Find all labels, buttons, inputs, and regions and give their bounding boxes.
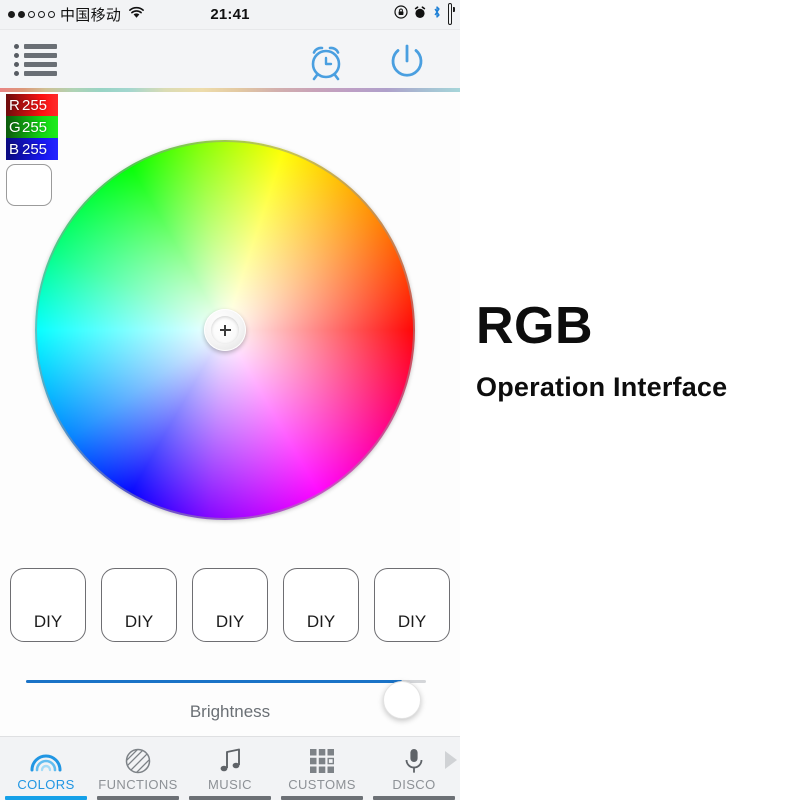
signal-dot-3 xyxy=(28,11,35,18)
rotation-lock-icon xyxy=(394,5,408,24)
crosshair-icon xyxy=(219,324,231,336)
tab-customs[interactable]: CUSTOMS xyxy=(276,737,368,800)
bluetooth-icon xyxy=(432,5,442,24)
signal-dot-4 xyxy=(38,11,45,18)
rgb-channel-value: 255 xyxy=(22,118,48,136)
app-toolbar xyxy=(0,30,460,88)
rgb-channel-label: R xyxy=(9,96,20,114)
brightness-slider[interactable]: Brightness xyxy=(0,660,460,722)
carrier-name: 中国移动 xyxy=(60,7,122,24)
hatched-circle-icon xyxy=(125,748,151,774)
diy-preset-button-3[interactable]: DIY xyxy=(192,568,268,642)
rainbow-icon xyxy=(29,748,63,774)
tab-indicator xyxy=(97,796,179,800)
brightness-label: Brightness xyxy=(189,702,271,721)
wifi-icon xyxy=(128,6,145,24)
tab-label: CUSTOMS xyxy=(288,776,356,792)
tab-indicator xyxy=(281,796,363,800)
tab-label: COLORS xyxy=(17,776,75,792)
tab-indicator xyxy=(373,796,455,800)
signal-dot-5 xyxy=(48,11,55,18)
diy-preset-button-1[interactable]: DIY xyxy=(10,568,86,642)
status-bar: 中国移动 21:41 xyxy=(0,0,460,30)
brightness-slider-fill xyxy=(26,680,402,683)
caption-subtitle: Operation Interface xyxy=(476,372,728,402)
alarm-clock-icon[interactable] xyxy=(305,41,347,86)
phone-screen: 中国移动 21:41 R 255 G 255 B 255 DIY DIY DIY… xyxy=(0,0,460,800)
diy-preset-row: DIY DIY DIY DIY DIY xyxy=(10,568,450,642)
rgb-row-green[interactable]: G 255 xyxy=(6,116,58,138)
color-wheel[interactable] xyxy=(35,140,415,520)
alarm-icon xyxy=(414,5,426,24)
brightness-slider-track[interactable] xyxy=(26,680,426,719)
diy-preset-button-4[interactable]: DIY xyxy=(283,568,359,642)
chevron-right-icon[interactable] xyxy=(445,751,457,769)
status-bar-left: 中国移动 xyxy=(8,4,145,25)
tab-active-indicator xyxy=(5,796,87,800)
tab-indicator xyxy=(189,796,271,800)
signal-dot-2 xyxy=(18,11,25,18)
power-icon[interactable] xyxy=(385,40,429,89)
list-menu-icon[interactable] xyxy=(14,44,60,78)
tab-music[interactable]: MUSIC xyxy=(184,737,276,800)
tab-label: MUSIC xyxy=(208,776,252,792)
rainbow-divider xyxy=(0,88,460,92)
signal-dot-1 xyxy=(8,11,15,18)
rgb-channel-value: 255 xyxy=(22,96,48,114)
rgb-row-red[interactable]: R 255 xyxy=(6,94,58,116)
tab-functions[interactable]: FUNCTIONS xyxy=(92,737,184,800)
battery-icon xyxy=(447,3,452,25)
bottom-tab-bar: COLORS FUNCTIONS MUSIC CUSTOMS DISCO xyxy=(0,736,460,800)
tab-label: FUNCTIONS xyxy=(98,776,178,792)
grid-icon xyxy=(309,748,335,774)
status-bar-right xyxy=(394,3,452,25)
caption-block: RGB Operation Interface xyxy=(476,300,796,403)
rgb-channel-label: B xyxy=(9,140,20,158)
diy-preset-button-5[interactable]: DIY xyxy=(374,568,450,642)
music-note-icon xyxy=(218,748,242,774)
microphone-icon xyxy=(403,748,425,774)
caption-title: RGB xyxy=(476,297,594,355)
screenshot-root: 中国移动 21:41 R 255 G 255 B 255 DIY DIY DIY… xyxy=(0,0,800,800)
tab-label: DISCO xyxy=(392,776,436,792)
signal-strength-dots xyxy=(8,11,55,18)
tab-colors[interactable]: COLORS xyxy=(0,737,92,800)
color-wheel-handle[interactable] xyxy=(204,309,246,351)
rgb-channel-label: G xyxy=(9,118,21,136)
diy-preset-button-2[interactable]: DIY xyxy=(101,568,177,642)
